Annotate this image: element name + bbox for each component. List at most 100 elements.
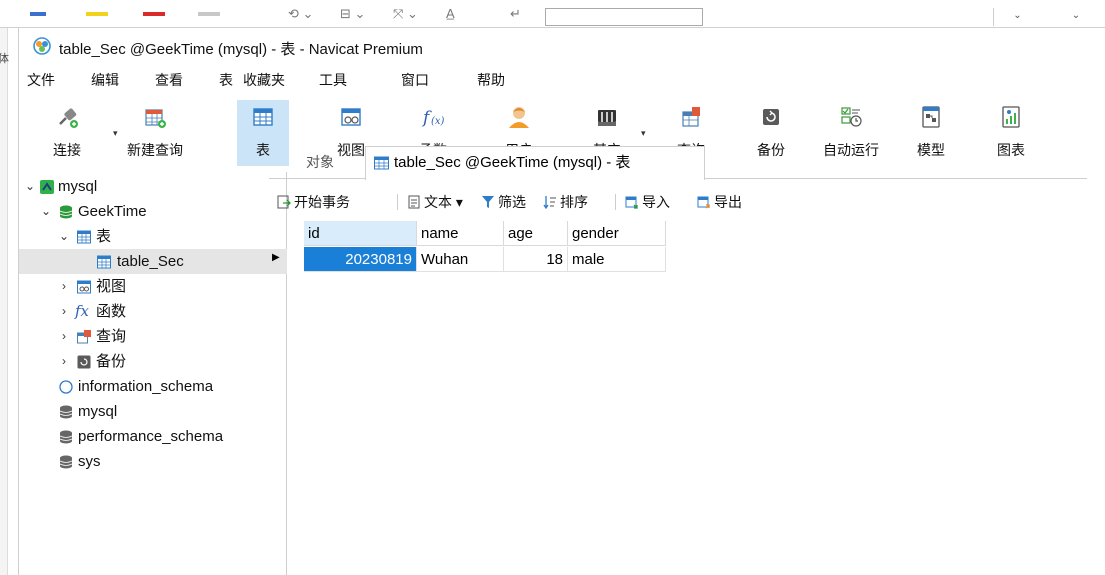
menu-tools[interactable]: 工具 — [319, 70, 347, 90]
column-header-id[interactable]: id — [304, 221, 417, 246]
tree-item-connection[interactable]: ⌄ mysql — [19, 174, 287, 199]
tree-item-database[interactable]: ⌄ GeekTime — [19, 199, 287, 224]
menu-file[interactable]: 文件 — [27, 70, 55, 90]
border-icon: ⊟ ⌄ — [340, 6, 366, 21]
tree-label: 视图 — [96, 278, 127, 295]
chevron-right-icon[interactable]: › — [58, 324, 70, 349]
tree-label: sys — [78, 453, 101, 470]
view-icon — [341, 108, 361, 126]
tree-item-mysql-db[interactable]: mysql — [19, 399, 287, 424]
begin-transaction-button[interactable]: 开始事务 — [277, 192, 350, 212]
backup-icon — [763, 109, 779, 125]
tree-label: 表 — [96, 228, 112, 245]
column-header-name[interactable]: name — [417, 221, 504, 246]
import-button[interactable]: 导入 — [625, 192, 670, 212]
color-swatch-yellow — [86, 12, 108, 16]
chevron-down-icon[interactable]: ⌄ — [24, 174, 36, 199]
menu-bar: 文件 编辑 查看 表 收藏夹 工具 窗口 帮助 — [19, 64, 1105, 92]
tree-item-queries[interactable]: › 查询 — [19, 324, 287, 349]
return-icon: ↵ — [510, 6, 521, 21]
column-header-age[interactable]: age — [504, 221, 568, 246]
menu-edit[interactable]: 编辑 — [91, 70, 119, 90]
tree-item-backups[interactable]: › 备份 — [19, 349, 287, 374]
toolbar-separator — [615, 194, 616, 210]
table-cell-name[interactable]: Wuhan — [417, 247, 504, 272]
table-cell-id[interactable]: 20230819 — [304, 247, 417, 272]
filter-button[interactable]: 筛选 — [481, 192, 526, 212]
sort-button[interactable]: 排序 — [543, 192, 588, 212]
current-row-indicator-icon: ▶ — [272, 252, 280, 263]
tree-item-information-schema[interactable]: information_schema — [19, 374, 287, 399]
transaction-icon — [277, 195, 291, 209]
tree-item-functions[interactable]: › fx 函数 — [19, 299, 287, 324]
connection-icon — [40, 180, 54, 194]
tree-label: 函数 — [96, 303, 127, 320]
tree-label: table_Sec — [117, 253, 184, 270]
table-toolbar: 开始事务 文本 ▾ 筛选 排序 导入 导出 — [269, 186, 1087, 216]
chevron-down-icon[interactable]: ▾ — [641, 128, 646, 139]
toolbar-separator — [397, 194, 398, 210]
table-cell-age[interactable]: 18 — [504, 247, 568, 272]
plug-icon — [59, 108, 78, 128]
sort-label: 排序 — [560, 194, 588, 210]
table-icon — [374, 156, 389, 170]
format-icon: ⤧ ⌄ — [393, 6, 418, 21]
tree-item-views[interactable]: › 视图 — [19, 274, 287, 299]
tree-label: performance_schema — [78, 428, 224, 445]
chevron-right-icon[interactable]: › — [58, 349, 70, 374]
filter-label: 筛选 — [498, 194, 526, 210]
chevron-down-icon[interactable]: ⌄ — [58, 224, 70, 249]
connect-label: 连接 — [53, 142, 81, 158]
menu-view[interactable]: 查看 — [155, 70, 183, 90]
chart-icon — [1002, 106, 1020, 128]
tree-label: 查询 — [96, 328, 127, 345]
tree-item-tables[interactable]: ⌄ 表 — [19, 224, 287, 249]
table-icon — [77, 230, 91, 244]
funnel-icon — [482, 196, 494, 208]
window-title: table_Sec @GeekTime (mysql) - 表 - Navica… — [59, 41, 423, 58]
function-icon: fx — [75, 302, 90, 320]
menu-help[interactable]: 帮助 — [477, 70, 505, 90]
navicat-window: table_Sec @GeekTime (mysql) - 表 - Navica… — [18, 28, 1105, 575]
tree-label: information_schema — [78, 378, 214, 395]
chevron-down-icon: ⌄ — [993, 8, 1041, 26]
color-swatch-red — [143, 12, 165, 16]
query-icon — [77, 330, 91, 344]
begin-transaction-label: 开始事务 — [294, 194, 350, 210]
export-button[interactable]: 导出 — [697, 192, 742, 212]
chevron-right-icon[interactable]: › — [58, 274, 70, 299]
color-swatch-blue — [30, 12, 46, 16]
chevron-down-icon[interactable]: ⌄ — [40, 199, 52, 224]
tree-item-performance-schema[interactable]: performance_schema — [19, 424, 287, 449]
tree-label: 备份 — [96, 353, 127, 370]
undo-icon: ⟲ ⌄ — [288, 6, 314, 21]
new-query-button[interactable]: 新建查询 — [115, 100, 195, 166]
navigator-pane: ⌄ mysql ⌄ GeekTime ⌄ 表 table_Sec › 视图 › … — [19, 172, 287, 575]
text-label: 文本 — [424, 194, 452, 210]
table-cell-gender[interactable]: male — [568, 247, 666, 272]
database-closed-icon — [59, 380, 73, 394]
database-icon — [59, 405, 73, 419]
tab-objects[interactable]: 对象 — [281, 146, 359, 179]
database-icon — [59, 455, 73, 469]
menu-favorites[interactable]: 收藏夹 — [243, 70, 285, 90]
tree-item-table-sec[interactable]: table_Sec — [19, 249, 287, 274]
column-header-gender[interactable]: gender — [568, 221, 666, 246]
text-color-icon: A̲ — [446, 6, 455, 21]
view-icon — [77, 280, 91, 294]
connect-button[interactable]: ▾ 连接 — [39, 100, 118, 166]
text-view-button[interactable]: 文本 ▾ — [407, 192, 463, 212]
menu-window[interactable]: 窗口 — [401, 70, 429, 90]
function-icon: f (x) — [421, 108, 445, 128]
navicat-logo-icon — [33, 37, 51, 55]
tree-item-sys[interactable]: sys — [19, 449, 287, 474]
background-input — [545, 8, 703, 26]
tree-label: mysql — [78, 403, 118, 420]
background-edge-text: 体 — [0, 53, 9, 65]
chevron-down-icon: ⌄ — [1071, 10, 1081, 21]
tab-table-sec[interactable]: table_Sec @GeekTime (mysql) - 表 — [365, 146, 705, 180]
menu-table[interactable]: 表 — [219, 70, 233, 90]
tab-bar: 对象 table_Sec @GeekTime (mysql) - 表 — [269, 146, 1087, 180]
database-icon — [59, 205, 73, 219]
chevron-right-icon[interactable]: › — [58, 299, 70, 324]
